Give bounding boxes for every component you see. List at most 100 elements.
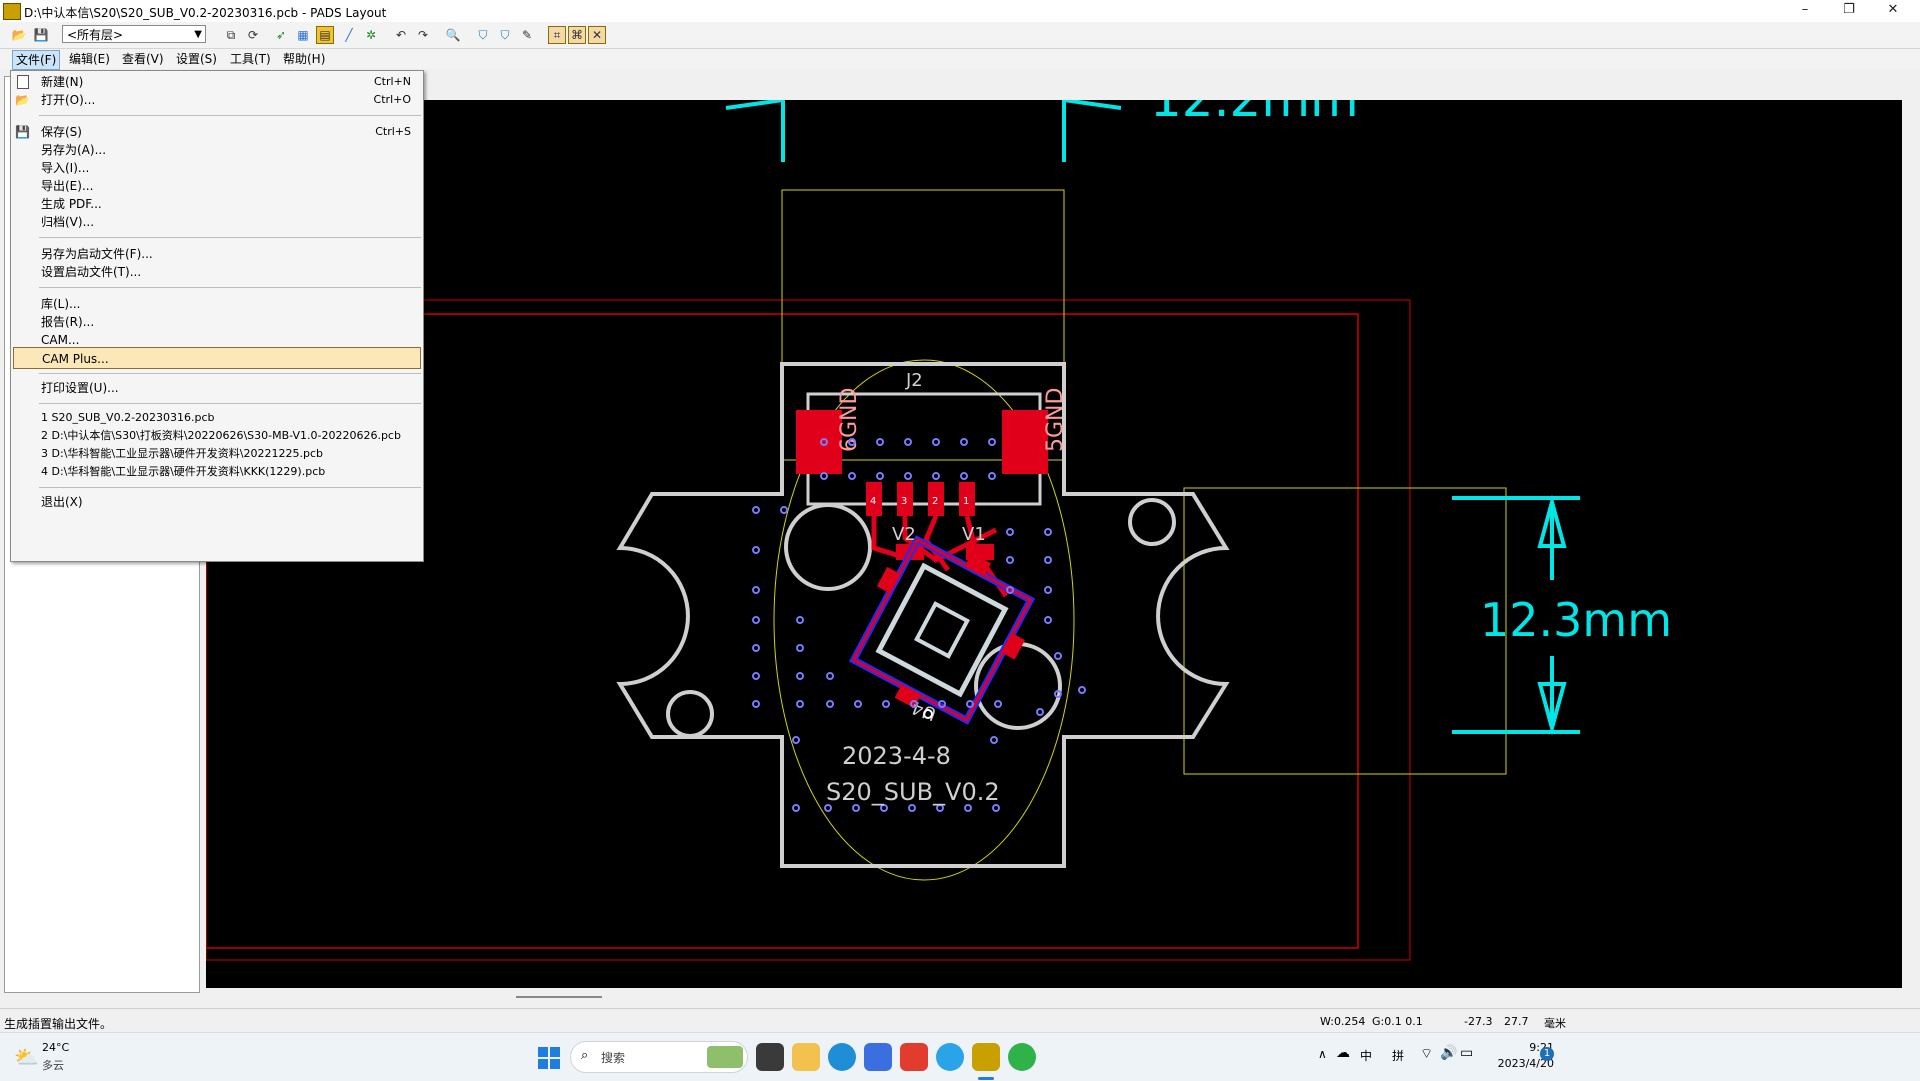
battery-icon[interactable]: ▭ xyxy=(1460,1045,1473,1061)
layout-mode-icon[interactable]: ▤ xyxy=(316,26,334,44)
menu-view[interactable]: 查看(V) xyxy=(119,50,167,68)
menu-separator xyxy=(39,373,421,374)
search-highlight-image xyxy=(707,1046,743,1068)
pad-6gnd xyxy=(796,410,842,474)
status-message: 生成插置输出文件。 xyxy=(4,1017,113,1031)
main-toolbar: 📂 💾 <所有层> ▼ ⧉ ⟳ ➶ ▦ ▤ ╱ ✲ ↶ ↷ 🔍 ⛉ ⛉ ✎ ⌗ … xyxy=(0,22,1920,49)
zoom-icon[interactable]: 🔍 xyxy=(444,26,462,44)
dimension-right-label: 12.3mm xyxy=(1480,593,1672,647)
toolbox-icon[interactable]: ✕ xyxy=(588,26,606,44)
menu-separator xyxy=(39,287,421,288)
ref-j2: J2 xyxy=(905,370,923,391)
taskbar-search[interactable]: ⌕ 搜索 xyxy=(570,1041,748,1073)
component-icon[interactable]: ✲ xyxy=(362,26,380,44)
volume-icon[interactable]: 🔊 xyxy=(1440,1045,1457,1061)
task-view-icon[interactable] xyxy=(756,1043,784,1071)
menu-help[interactable]: 帮助(H) xyxy=(280,50,328,68)
pad-label-5gnd: 5GND xyxy=(1043,388,1068,452)
pcb-canvas[interactable]: 12.2mm J2 6GND 5GND 4 3 2 1 V2 V1 xyxy=(205,70,1902,988)
layer-select[interactable]: <所有层> ▼ xyxy=(62,25,206,43)
cloud-icon[interactable]: ☁ xyxy=(1336,1045,1350,1061)
silk-board-name: S20_SUB_V0.2 xyxy=(826,778,1000,806)
feishu-icon[interactable] xyxy=(864,1043,892,1071)
edge-browser-icon[interactable] xyxy=(828,1043,856,1071)
title-bar: D:\中认本信\S20\S20_SUB_V0.2-20230316.pcb - … xyxy=(0,0,1920,23)
menu-item-set-startup[interactable]: 设置启动文件(T)... xyxy=(11,261,423,283)
menu-separator xyxy=(39,403,421,404)
trace-icon[interactable]: ╱ xyxy=(340,26,358,44)
save-icon[interactable]: 💾 xyxy=(32,26,50,44)
mounting-hole-1 xyxy=(784,503,872,591)
refresh-icon[interactable]: ⟳ xyxy=(244,26,262,44)
ime-mode[interactable]: 中 xyxy=(1360,1047,1372,1064)
menu-item-cam-plus[interactable]: CAM Plus... xyxy=(13,347,421,369)
copy-icon[interactable]: ⧉ xyxy=(222,26,240,44)
horizontal-scrollbar[interactable] xyxy=(206,988,1902,1006)
pin-label-4: 4 xyxy=(870,496,876,507)
pad-5gnd xyxy=(1002,410,1048,474)
menu-item-open[interactable]: 📂 打开(O)... Ctrl+O xyxy=(11,89,423,111)
menu-separator xyxy=(39,115,421,116)
open-folder-icon[interactable]: 📂 xyxy=(10,26,28,44)
vertical-scrollbar[interactable] xyxy=(1902,100,1920,988)
notification-badge[interactable]: 1 xyxy=(1540,1047,1554,1061)
new-file-icon xyxy=(17,75,29,89)
status-bar: 生成插置输出文件。 W:0.254 G:0.1 0.1 -27.3 27.7 毫… xyxy=(0,1008,1920,1033)
wifi-icon[interactable]: ⌔ xyxy=(1420,1045,1433,1063)
status-unit: 毫米 xyxy=(1544,1017,1566,1030)
route-icon[interactable]: ➶ xyxy=(272,26,290,44)
pads-app-icon xyxy=(3,3,21,20)
tray-chevron-icon[interactable]: ∧ xyxy=(1318,1047,1327,1061)
menu-settings[interactable]: 设置(S) xyxy=(173,50,220,68)
maximize-button[interactable]: ❐ xyxy=(1826,0,1872,22)
save-icon: 💾 xyxy=(15,125,30,139)
design-icon[interactable]: ⌘ xyxy=(568,26,586,44)
menu-item-exit[interactable]: 退出(X) xyxy=(11,491,423,513)
weather-desc[interactable]: 多云 xyxy=(42,1057,64,1073)
pin-label-2: 2 xyxy=(932,496,938,507)
mounting-hole-3 xyxy=(1128,498,1176,546)
status-grid: G:0.1 0.1 xyxy=(1372,1015,1423,1028)
pen-icon[interactable]: ✎ xyxy=(518,26,536,44)
ref-v2: V2 xyxy=(892,524,916,545)
pcb-drawing: 12.2mm J2 6GND 5GND 4 3 2 1 V2 V1 xyxy=(205,70,1672,961)
ime-pinyin[interactable]: 拼 xyxy=(1392,1047,1404,1064)
pin-label-1: 1 xyxy=(963,496,969,507)
view-icon[interactable]: ⛉ xyxy=(474,26,492,44)
menu-separator xyxy=(39,237,421,238)
start-button[interactable] xyxy=(538,1047,560,1069)
pin-label-3: 3 xyxy=(901,496,907,507)
menu-file[interactable]: 文件(F) xyxy=(12,50,61,70)
redo-icon[interactable]: ↷ xyxy=(414,26,432,44)
status-y: 27.7 xyxy=(1504,1015,1529,1028)
windows-taskbar: ⛅ 24°C 多云 ⌕ 搜索 ∧ ☁ 中 拼 ⌔ 🔊 ▭ 9:21 2023/4… xyxy=(0,1032,1920,1081)
wps-icon[interactable] xyxy=(900,1043,928,1071)
scrollbar-thumb[interactable] xyxy=(516,996,602,998)
status-x: -27.3 xyxy=(1464,1015,1493,1028)
menu-tools[interactable]: 工具(T) xyxy=(227,50,274,68)
file-explorer-icon[interactable] xyxy=(792,1043,820,1071)
ref-v1: V1 xyxy=(962,524,986,545)
menu-edit[interactable]: 编辑(E) xyxy=(66,50,113,68)
menu-item-print-setup[interactable]: 打印设置(U)... xyxy=(11,377,423,399)
weather-icon[interactable]: ⛅ xyxy=(14,1045,39,1069)
close-button[interactable]: ✕ xyxy=(1870,0,1916,22)
drafting-icon[interactable]: ⌗ xyxy=(548,26,566,44)
undo-icon[interactable]: ↶ xyxy=(392,26,410,44)
layer-view-icon[interactable]: ⛉ xyxy=(496,26,514,44)
qq-icon[interactable] xyxy=(936,1043,964,1071)
grid-icon[interactable]: ▦ xyxy=(294,26,312,44)
search-placeholder: 搜索 xyxy=(601,1051,626,1065)
menu-item-archive[interactable]: 归档(V)... xyxy=(11,211,423,233)
menu-separator xyxy=(39,487,421,488)
minimize-button[interactable]: – xyxy=(1782,0,1828,22)
wechat-icon[interactable] xyxy=(1008,1043,1036,1071)
pads-taskbar-icon[interactable] xyxy=(972,1043,1000,1071)
menu-item-recent-4[interactable]: 4 D:\华科智能\工业显示器\硬件开发资料\KKK(1229).pcb xyxy=(11,461,423,483)
layer-select-value: <所有层> xyxy=(67,28,124,42)
dimension-arrow-left xyxy=(725,90,784,110)
weather-temp[interactable]: 24°C xyxy=(42,1041,69,1054)
dimension-top-label: 12.2mm xyxy=(1150,100,1359,128)
chevron-down-icon: ▼ xyxy=(194,29,202,40)
file-menu-dropdown: 新建(N) Ctrl+N 📂 打开(O)... Ctrl+O 💾 保存(S) C… xyxy=(10,70,424,562)
